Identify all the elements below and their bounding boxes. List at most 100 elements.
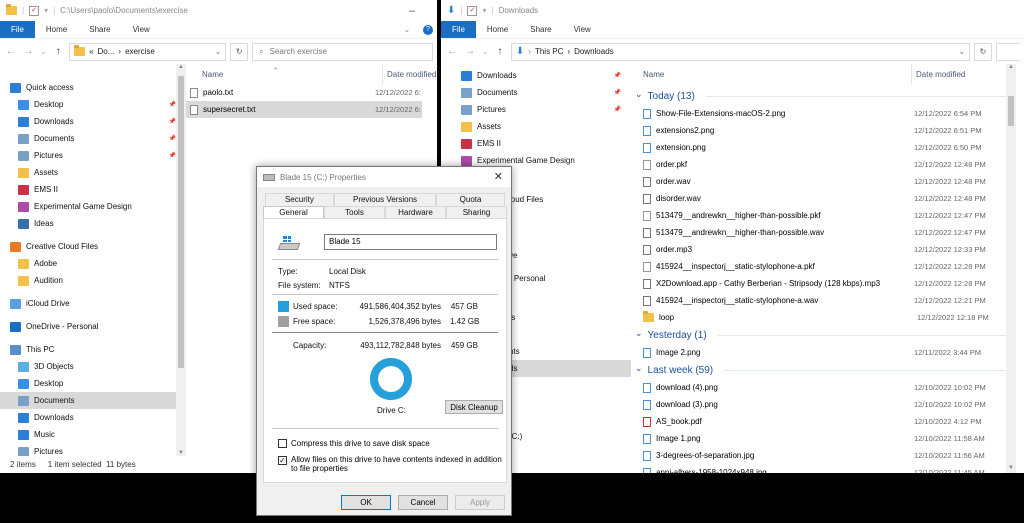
tab-security[interactable]: Security [265, 193, 334, 206]
file-list-scrollbar[interactable]: ▲ ▼ [1006, 64, 1016, 473]
compress-checkbox[interactable] [278, 439, 287, 448]
file-group-header[interactable]: ⌄ Yesterday (1) [635, 326, 1024, 344]
up-arrow-icon[interactable]: ↑ [51, 46, 65, 57]
close-icon[interactable]: ✕ [494, 170, 503, 183]
file-row[interactable]: 3-degrees-of-separation.jpg 12/10/2022 11… [635, 447, 1024, 464]
ribbon-tab-home[interactable]: Home [35, 21, 78, 38]
file-row[interactable]: 415924__inspectorj__static-stylophone-a.… [635, 258, 1024, 275]
sidebar-item[interactable]: Documents 📌 [0, 130, 186, 147]
refresh-icon[interactable]: ↻ [974, 42, 993, 61]
collapse-chevron-icon[interactable]: ⌄ [635, 89, 643, 100]
ribbon-tab-file[interactable]: File [0, 21, 35, 38]
sidebar-item[interactable]: EMS II [441, 135, 631, 152]
file-row[interactable]: extensions2.png 12/12/2022 6:51 PM [635, 122, 1024, 139]
column-name[interactable]: Name [643, 70, 911, 79]
sidebar-item[interactable]: Pictures 📌 [0, 147, 186, 164]
sidebar-item[interactable]: Downloads 📌 [441, 67, 631, 84]
file-row[interactable]: order.pkf 12/12/2022 12:48 PM [635, 156, 1024, 173]
nav-scrollbar-thumb[interactable] [178, 76, 184, 368]
file-group-header[interactable]: ⌄ Last week (59) [635, 361, 1024, 379]
collapse-chevron-icon[interactable]: ⌄ [635, 363, 643, 374]
up-arrow-icon[interactable]: ↑ [493, 46, 507, 57]
ribbon-tab-share[interactable]: Share [519, 21, 562, 38]
sidebar-item[interactable]: This PC [0, 341, 186, 358]
breadcrumb-downloads[interactable]: Downloads [574, 47, 614, 56]
sidebar-item[interactable]: Documents 📌 [441, 84, 631, 101]
column-date-modified[interactable]: Date modified [912, 70, 965, 79]
minimize-button[interactable]: – [409, 5, 415, 17]
file-row[interactable]: 513479__andrewkn__higher-than-possible.p… [635, 207, 1024, 224]
file-row[interactable]: 415924__inspectorj__static-stylophone-a.… [635, 292, 1024, 309]
expand-ribbon-icon[interactable]: ⌄ [395, 21, 419, 38]
file-row[interactable]: download (3).png 12/10/2022 10:02 PM [635, 396, 1024, 413]
address-dropdown-icon[interactable]: ⌄ [215, 47, 222, 56]
ribbon-tab-share[interactable]: Share [78, 21, 121, 38]
breadcrumb-documents[interactable]: Do... [98, 47, 115, 56]
ribbon-tab-home[interactable]: Home [476, 21, 519, 38]
back-arrow-icon[interactable]: ← [445, 46, 459, 57]
sidebar-item[interactable]: Quick access [0, 79, 186, 96]
file-row[interactable]: Image 1.png 12/10/2022 11:58 AM [635, 430, 1024, 447]
file-row[interactable]: order.wav 12/12/2022 12:48 PM [635, 173, 1024, 190]
ribbon-tab-view[interactable]: View [563, 21, 602, 38]
file-row[interactable]: Image 2.png 12/11/2022 3:44 PM [635, 344, 1024, 361]
file-row[interactable]: AS_book.pdf 12/10/2022 4:12 PM [635, 413, 1024, 430]
disk-cleanup-button[interactable]: Disk Cleanup [445, 400, 503, 414]
file-row[interactable]: anni-albers-1958-1024x948.jpg 12/10/2022 … [635, 464, 1024, 473]
collapse-chevron-icon[interactable]: ⌄ [635, 328, 643, 339]
file-row[interactable]: loop 12/12/2022 12:18 PM [635, 309, 1024, 326]
drive-name-input[interactable]: Blade 15 [324, 234, 497, 250]
sidebar-item[interactable]: Assets [441, 118, 631, 135]
ok-button[interactable]: OK [341, 495, 391, 510]
ribbon-tab-file[interactable]: File [441, 21, 476, 38]
sidebar-item[interactable]: 3D Objects [0, 358, 186, 375]
sidebar-item[interactable]: Audition [0, 272, 186, 289]
back-arrow-icon[interactable]: ← [4, 46, 18, 57]
address-dropdown-icon[interactable]: ⌄ [958, 47, 965, 56]
sidebar-item[interactable]: Documents [0, 392, 186, 409]
sidebar-item[interactable]: Desktop [0, 375, 186, 392]
index-checkbox[interactable]: ✓ [278, 456, 287, 465]
address-bar[interactable]: ⬇ › This PC › Downloads ⌄ [510, 42, 971, 61]
tab-previous-versions[interactable]: Previous Versions [333, 193, 437, 206]
file-row[interactable]: disorder.wav 12/12/2022 12:48 PM [635, 190, 1024, 207]
sidebar-item[interactable]: OneDrive - Personal [0, 318, 186, 335]
properties-icon[interactable]: ✓ [29, 5, 40, 16]
file-row[interactable]: supersecret.txt 12/12/2022 6: [186, 101, 422, 118]
apply-button[interactable]: Apply [455, 495, 505, 510]
help-icon[interactable]: ? [423, 24, 433, 35]
sidebar-item[interactable]: Experimental Game Design [0, 198, 186, 215]
index-option[interactable]: ✓ Allow files on this drive to have cont… [278, 455, 502, 473]
file-group-header[interactable]: ⌄ Today (13) [635, 87, 1024, 105]
sidebar-item[interactable]: EMS II [0, 181, 186, 198]
refresh-icon[interactable]: ↻ [230, 42, 249, 61]
sidebar-item[interactable]: Pictures [0, 443, 186, 456]
properties-icon[interactable]: ✓ [467, 5, 478, 16]
tab-quota[interactable]: Quota [436, 193, 505, 206]
sidebar-item[interactable]: Desktop 📌 [0, 96, 186, 113]
sidebar-item[interactable]: Downloads [0, 409, 186, 426]
sidebar-item[interactable]: Pictures 📌 [441, 101, 631, 118]
sidebar-item[interactable]: Downloads 📌 [0, 113, 186, 130]
file-row[interactable]: order.mp3 12/12/2022 12:33 PM [635, 241, 1024, 258]
column-name[interactable]: Name [202, 70, 382, 79]
file-row[interactable]: X2Download.app - Cathy Berberian - Strip… [635, 275, 1024, 292]
sidebar-item[interactable]: Ideas [0, 215, 186, 232]
column-date-modified[interactable]: Date modified [383, 70, 436, 79]
breadcrumb-exercise[interactable]: exercise [125, 47, 155, 56]
breadcrumb-chevrons[interactable]: « [89, 47, 93, 56]
file-list-scrollbar-thumb[interactable] [1008, 96, 1014, 126]
file-row[interactable]: download (4).png 12/10/2022 10:02 PM [635, 379, 1024, 396]
sidebar-item[interactable]: Creative Cloud Files [0, 238, 186, 255]
sidebar-item[interactable]: Music [0, 426, 186, 443]
forward-arrow-icon[interactable]: → [463, 46, 477, 57]
file-row[interactable]: Show-File-Extensions-macOS-2.png 12/12/20… [635, 105, 1024, 122]
forward-arrow-icon[interactable]: → [22, 46, 36, 57]
sidebar-item[interactable]: Adobe [0, 255, 186, 272]
cancel-button[interactable]: Cancel [398, 495, 448, 510]
ribbon-tab-view[interactable]: View [122, 21, 161, 38]
file-row[interactable]: paolo.txt 12/12/2022 6: [186, 84, 437, 101]
search-box[interactable]: ⌕ Search exercise [252, 42, 433, 61]
sidebar-item[interactable]: Assets [0, 164, 186, 181]
quick-access-dropdown-icon[interactable]: ▾ [44, 6, 48, 15]
